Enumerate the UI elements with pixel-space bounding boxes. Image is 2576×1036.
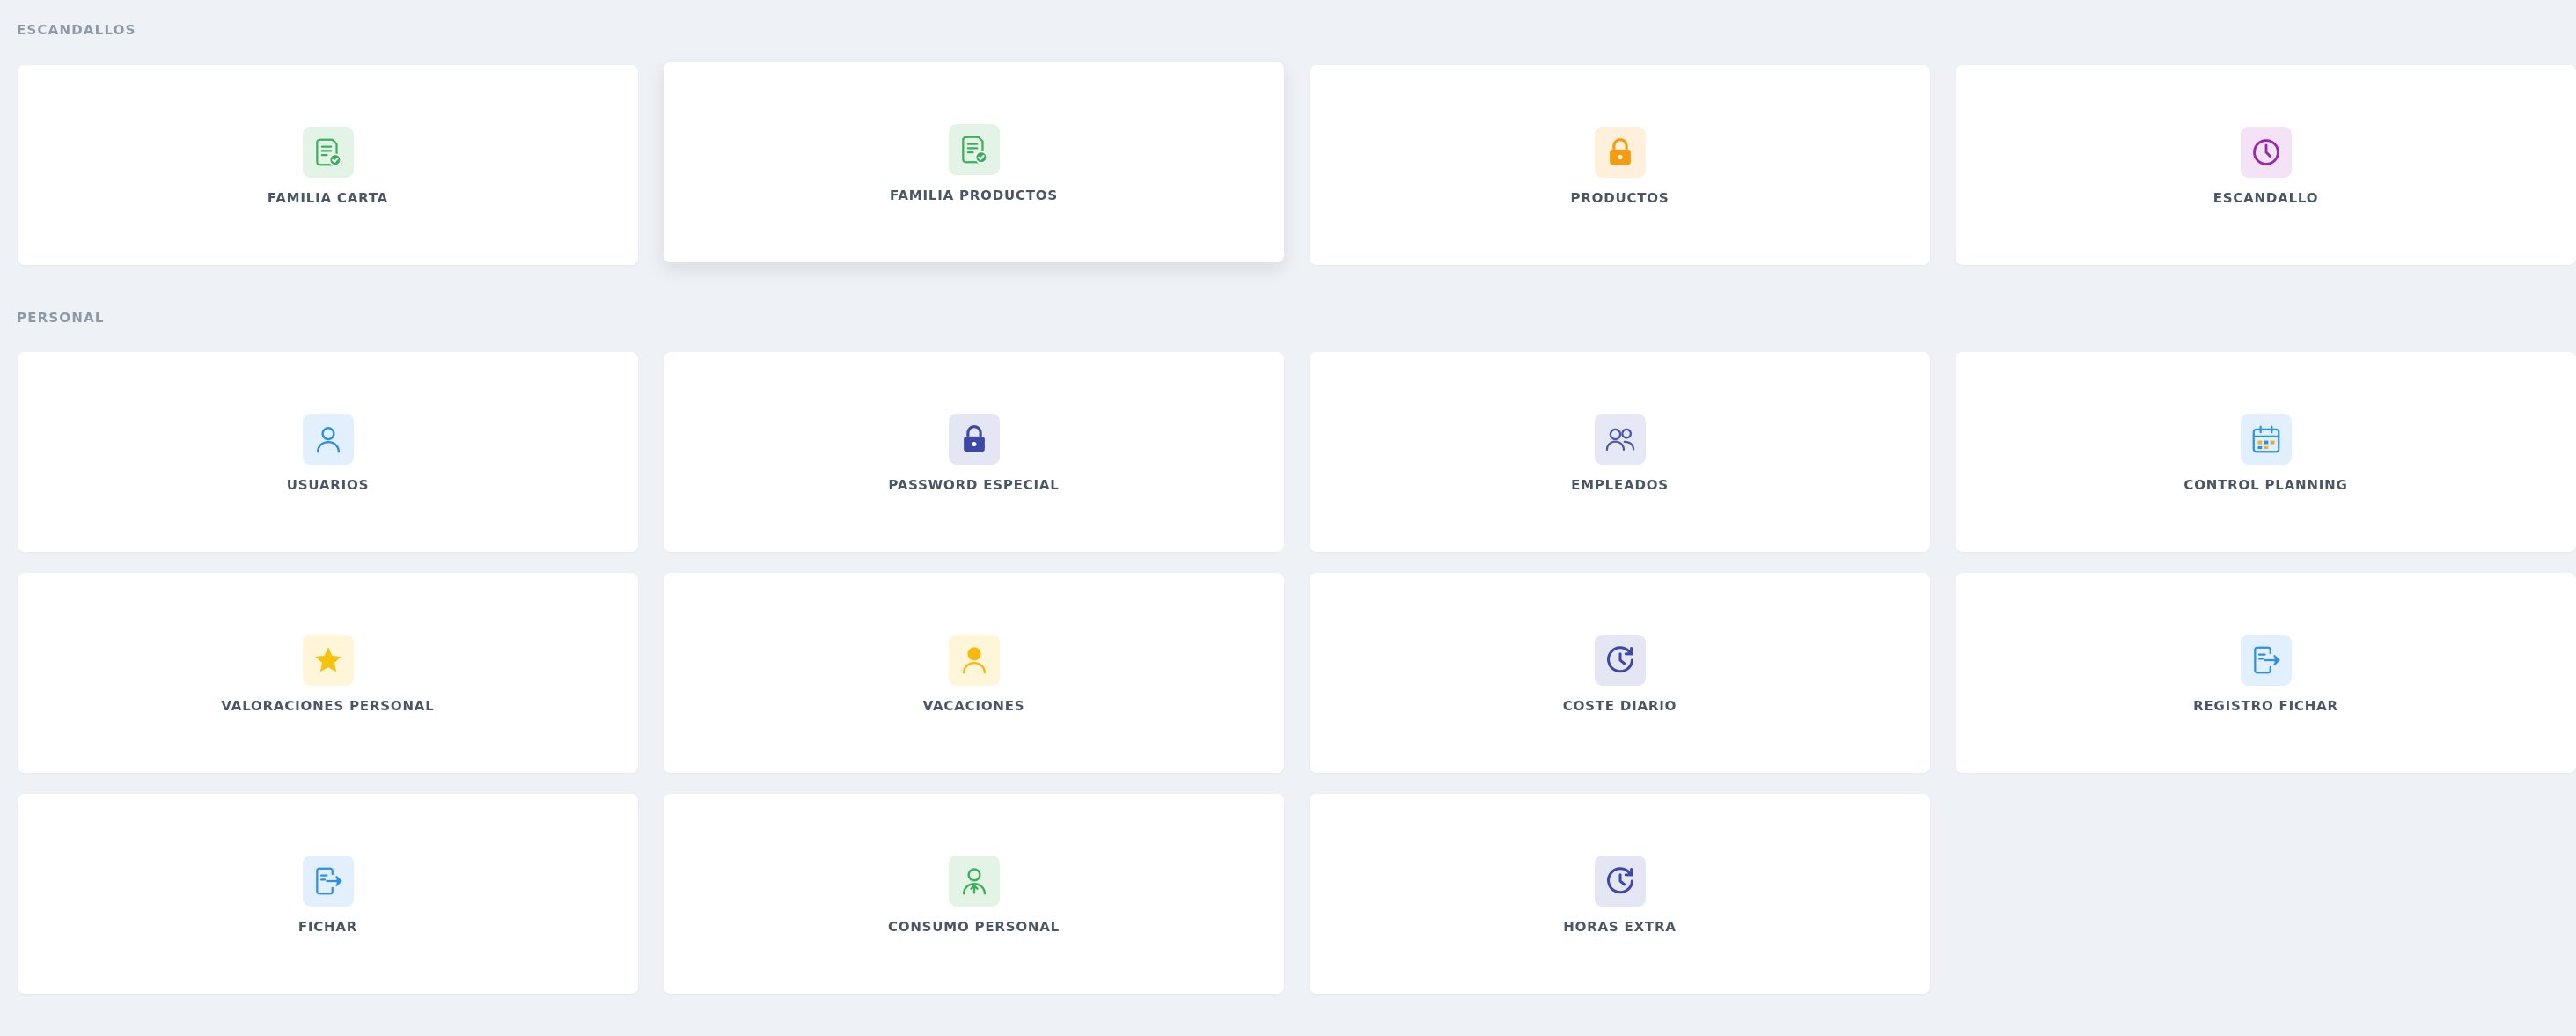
card-productos[interactable]: PRODUCTOS [1310, 65, 1930, 265]
section-title-personal: PERSONAL [17, 310, 105, 326]
card-label: FAMILIA CARTA [267, 190, 389, 206]
card-label: VACACIONES [922, 698, 1025, 714]
card-label: ESCANDALLO [2213, 190, 2319, 206]
card-familia-productos[interactable]: FAMILIA PRODUCTOS [664, 62, 1284, 262]
document-check-icon [302, 127, 354, 178]
clock-history-icon [1594, 856, 1646, 907]
sign-in-icon [2240, 635, 2292, 686]
card-familia-carta[interactable]: FAMILIA CARTA [18, 65, 638, 265]
clock-history-icon [1594, 635, 1646, 686]
card-registro-fichar[interactable]: REGISTRO FICHAR [1956, 573, 2576, 773]
card-label: FICHAR [297, 919, 358, 935]
personal-cards: USUARIOS PASSWORD ESPECIAL EMPLEADOS CON… [18, 352, 2576, 994]
card-consumo-personal[interactable]: CONSUMO PERSONAL [664, 794, 1284, 994]
card-coste-diario[interactable]: COSTE DIARIO [1310, 573, 1930, 773]
card-label: FAMILIA PRODUCTOS [890, 187, 1058, 203]
clock-icon [2240, 127, 2292, 178]
menu-page: ESCANDALLOS FAMILIA CARTA FAMILIA PRODUC… [0, 0, 2576, 1036]
sign-in-icon [302, 856, 354, 907]
card-label: PRODUCTOS [1570, 190, 1670, 206]
person-icon [948, 635, 1000, 686]
document-check-icon [948, 124, 1000, 175]
card-label: VALORACIONES PERSONAL [221, 698, 435, 714]
lock-icon [948, 414, 1000, 465]
card-label: COSTE DIARIO [1562, 698, 1677, 714]
card-fichar[interactable]: FICHAR [18, 794, 638, 994]
card-control-planning[interactable]: CONTROL PLANNING [1956, 352, 2576, 552]
card-label: PASSWORD ESPECIAL [888, 477, 1060, 493]
lock-icon [1594, 127, 1646, 178]
calendar-icon [2240, 414, 2292, 465]
card-label: EMPLEADOS [1571, 477, 1669, 493]
star-icon [302, 635, 354, 686]
users-icon [1594, 414, 1646, 465]
card-password-especial[interactable]: PASSWORD ESPECIAL [664, 352, 1284, 552]
card-escandallo[interactable]: ESCANDALLO [1956, 65, 2576, 265]
card-label: USUARIOS [286, 477, 370, 493]
user-upload-icon [948, 856, 1000, 907]
card-label: CONSUMO PERSONAL [887, 919, 1060, 935]
card-label: CONTROL PLANNING [2183, 477, 2348, 493]
card-valoraciones-personal[interactable]: VALORACIONES PERSONAL [18, 573, 638, 773]
card-vacaciones[interactable]: VACACIONES [664, 573, 1284, 773]
card-empleados[interactable]: EMPLEADOS [1310, 352, 1930, 552]
escandallos-cards: FAMILIA CARTA FAMILIA PRODUCTOS PRODUCTO… [18, 62, 2576, 265]
card-label: HORAS EXTRA [1563, 919, 1677, 935]
card-horas-extra[interactable]: HORAS EXTRA [1310, 794, 1930, 994]
card-label: REGISTRO FICHAR [2193, 698, 2338, 714]
user-icon [302, 414, 354, 465]
card-usuarios[interactable]: USUARIOS [18, 352, 638, 552]
section-title-escandallos: ESCANDALLOS [17, 22, 136, 38]
